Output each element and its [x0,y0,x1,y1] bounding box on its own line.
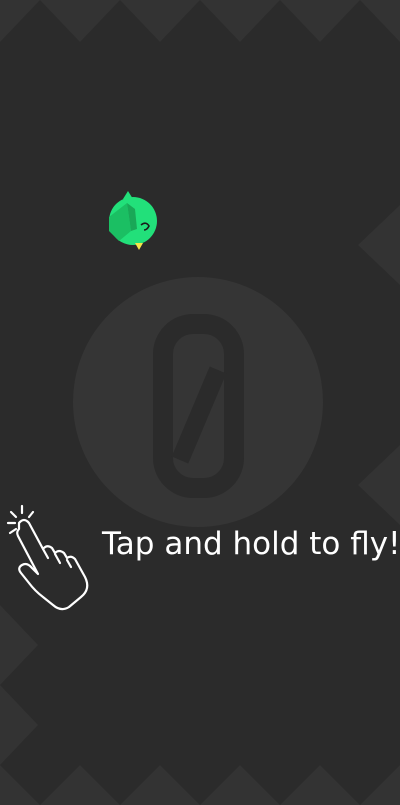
tap-hand-icon [6,504,89,611]
game-canvas[interactable]: 0 T [0,0,400,805]
hint-text: Tap and hold to fly! [102,526,400,562]
